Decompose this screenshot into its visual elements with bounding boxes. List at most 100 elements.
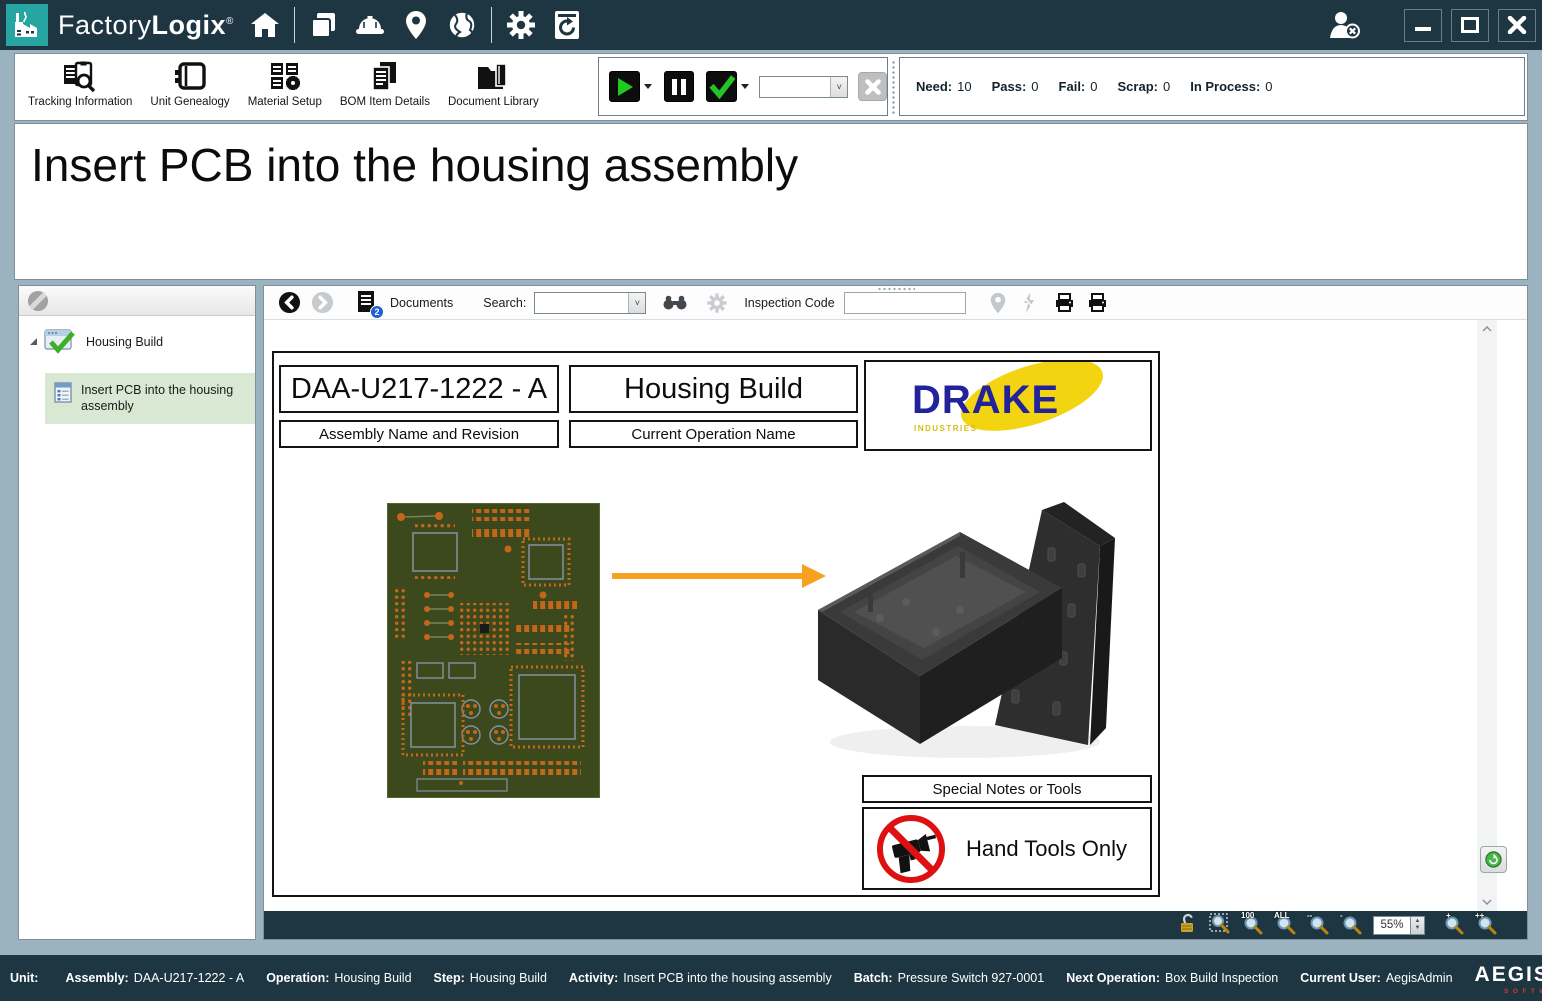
operation-name-value: Housing Build <box>624 373 803 406</box>
tree-expander-icon[interactable] <box>29 337 38 346</box>
pcb-image <box>387 503 600 798</box>
counter-need: Need:10 <box>916 79 972 94</box>
location-button[interactable] <box>393 3 439 47</box>
factorylogix-logo <box>6 4 48 46</box>
drake-logo-subtext: INDUSTRIES <box>914 424 977 433</box>
hardhat-icon <box>355 12 385 38</box>
binoculars-icon <box>662 295 688 310</box>
close-button[interactable] <box>1498 9 1536 42</box>
window-pages-button[interactable] <box>301 3 347 47</box>
toolbar-button-unit-genealogy[interactable]: Unit Genealogy <box>141 57 238 110</box>
toolbar-button-bom-item-details[interactable]: BOM Item Details <box>331 57 439 110</box>
start-button[interactable] <box>609 71 640 102</box>
bom-item-details-icon <box>367 61 403 93</box>
toolbar-button-material-setup[interactable]: Material Setup <box>239 57 331 110</box>
toolbar-button-tracking-information[interactable]: Tracking Information <box>19 57 141 110</box>
zoom-level-spinner[interactable]: 55% ▲▼ <box>1373 916 1425 935</box>
chevron-down-icon: ˅ <box>830 77 847 97</box>
prohibited-icon <box>27 290 49 312</box>
unit-genealogy-icon <box>172 61 208 93</box>
exec-combobox[interactable]: ˅ <box>759 76 848 98</box>
scroll-up-button[interactable] <box>1477 320 1497 338</box>
chevron-up-icon <box>1482 326 1492 332</box>
settings-button[interactable] <box>498 3 544 47</box>
back-button[interactable] <box>278 291 301 314</box>
zoom-out-button[interactable]: - <box>1340 913 1364 937</box>
pause-icon <box>672 79 686 95</box>
aegis-logo-text: AEGIS <box>1475 963 1542 987</box>
status-bar: Unit: Assembly:DAA-U217-1222 - A Operati… <box>0 955 1542 1001</box>
logout-user-button[interactable] <box>1321 3 1367 47</box>
zoom-select-button[interactable] <box>1208 913 1232 937</box>
x-icon <box>865 79 881 95</box>
panel-splitter-grip[interactable] <box>891 60 896 114</box>
document-library-icon <box>475 61 511 93</box>
tree-item-housing-build[interactable]: Housing Build <box>19 316 255 367</box>
status-unit: Unit: <box>10 971 43 985</box>
spinner-arrows[interactable]: ▲▼ <box>1411 916 1425 935</box>
viewer-toolbar: 2 Documents Search: ˅ <box>264 286 1527 320</box>
drake-logo-text: DRAKE <box>912 378 1059 423</box>
globe-button[interactable] <box>439 3 485 47</box>
zoom-all-button[interactable]: ALL <box>1274 913 1298 937</box>
cancel-button[interactable] <box>858 72 887 101</box>
chevron-down-icon: ˅ <box>628 293 645 313</box>
zoom-out-fast-button[interactable]: -- <box>1307 913 1331 937</box>
notes-text: Hand Tools Only <box>966 836 1127 862</box>
viewer-body: DAA-U217-1222 - A Housing Build Assembly… <box>264 320 1527 911</box>
aegis-logo-subtext: SOFTWARE <box>1504 988 1542 995</box>
data-recovery-button[interactable] <box>544 3 590 47</box>
scroll-down-button[interactable] <box>1477 893 1497 911</box>
housing-image <box>810 490 1117 775</box>
drake-logo: DRAKE INDUSTRIES <box>864 360 1152 451</box>
inspection-code-input[interactable] <box>844 292 966 314</box>
assembly-caption-box: Assembly Name and Revision <box>279 420 559 448</box>
documents-button[interactable]: 2 <box>356 290 376 315</box>
close-icon <box>1507 16 1527 34</box>
home-button[interactable] <box>242 3 288 47</box>
find-button[interactable] <box>662 295 688 310</box>
start-dropdown-caret[interactable] <box>644 84 652 89</box>
print-button[interactable] <box>1054 293 1075 313</box>
pause-button[interactable] <box>664 71 695 102</box>
documents-label: Documents <box>390 296 453 310</box>
zoom-in-button[interactable]: + <box>1442 913 1466 937</box>
counter-scrap: Scrap:0 <box>1118 79 1171 94</box>
pin-location-button[interactable] <box>990 292 1006 314</box>
tree-item-insert-pcb[interactable]: Insert PCB into the housing assembly <box>45 373 255 424</box>
factory-icon <box>12 10 42 40</box>
operation-caption-box: Current Operation Name <box>569 420 858 448</box>
maximize-icon <box>1461 17 1479 33</box>
forward-button[interactable] <box>311 291 334 314</box>
search-label: Search: <box>483 296 526 310</box>
insert-arrow <box>610 559 828 593</box>
zoom-in-fast-button[interactable]: ++ <box>1475 913 1499 937</box>
gear-icon <box>505 9 537 41</box>
toolbar-button-document-library[interactable]: Document Library <box>439 57 548 110</box>
work-orders-button[interactable] <box>347 3 393 47</box>
search-combobox[interactable]: ˅ <box>534 292 646 314</box>
toolbar-button-label: Unit Genealogy <box>150 96 229 108</box>
toolbar-button-label: Material Setup <box>248 96 322 108</box>
maximize-button[interactable] <box>1451 9 1489 42</box>
flash-toggle-button[interactable] <box>1020 292 1038 314</box>
inspection-code-label: Inspection Code <box>744 296 834 310</box>
vertical-scrollbar[interactable] <box>1477 320 1497 911</box>
tracking-information-icon <box>62 61 98 93</box>
printer-icon <box>1054 293 1075 313</box>
status-current-user: Current User:AegisAdmin <box>1300 971 1452 985</box>
aegis-logo: AEGIS SOFTWARE <box>1475 962 1542 995</box>
operation-name-box: Housing Build <box>569 365 858 413</box>
print-preview-button[interactable] <box>1087 293 1108 313</box>
minimize-button[interactable] <box>1404 9 1442 42</box>
viewer-settings-button[interactable] <box>706 292 728 314</box>
material-setup-icon <box>267 61 303 93</box>
zoom-100-button[interactable]: 100 <box>1241 913 1265 937</box>
pan-lock-button[interactable] <box>1175 913 1199 937</box>
complete-dropdown-caret[interactable] <box>741 84 749 89</box>
refresh-view-button[interactable] <box>1480 846 1507 873</box>
pages-icon <box>310 11 338 39</box>
zoom-rect-icon <box>1209 913 1231 935</box>
viewer-splitter-grip[interactable] <box>877 287 915 291</box>
complete-button[interactable] <box>706 71 737 102</box>
